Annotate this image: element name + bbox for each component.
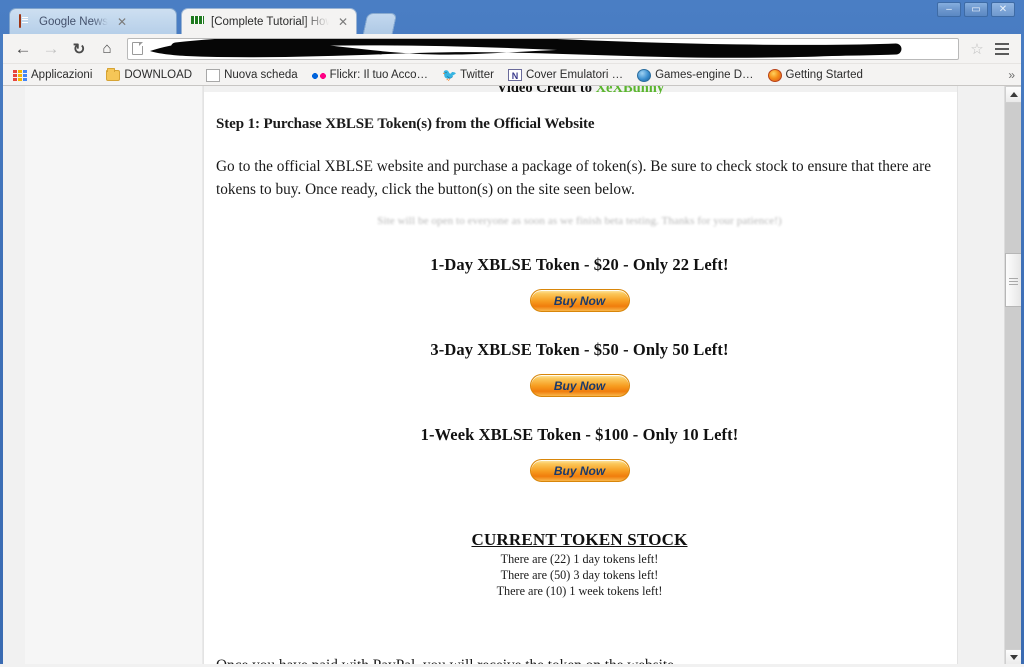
- bookmark-download[interactable]: DOWNLOAD: [100, 67, 198, 82]
- bookmark-star-icon[interactable]: ☆: [967, 39, 987, 59]
- maximize-button[interactable]: ▭: [964, 2, 988, 17]
- browser-toolbar: ← → ↻ ⌂ ☆: [3, 34, 1021, 64]
- scroll-up-button[interactable]: [1005, 86, 1021, 103]
- offer-title: 1-Day XBLSE Token - $20 - Only 22 Left!: [430, 255, 729, 274]
- tab-title: Google News: [39, 15, 109, 28]
- bookmarks-bar: Applicazioni DOWNLOAD Nuova scheda Flick…: [3, 64, 1021, 86]
- offer-title: 3-Day XBLSE Token - $50 - Only 50 Left!: [430, 340, 729, 359]
- maximize-icon: ▭: [971, 3, 981, 15]
- menu-icon[interactable]: [991, 38, 1013, 60]
- green-barcode-icon: [191, 15, 205, 29]
- address-bar[interactable]: [127, 37, 959, 60]
- bookmark-flickr[interactable]: Flickr: Il tuo Acco…: [306, 68, 434, 82]
- tab-title: [Complete Tutorial] How t: [211, 15, 329, 28]
- scrollbar-track[interactable]: [1005, 103, 1021, 649]
- chevron-up-icon: [1009, 92, 1018, 97]
- bookmark-cover-emulatori[interactable]: N Cover Emulatori …: [502, 67, 629, 82]
- current-token-stock: CURRENT TOKEN STOCK There are (22) 1 day…: [216, 530, 943, 599]
- home-button[interactable]: ⌂: [95, 37, 119, 61]
- tab-close-icon[interactable]: ✕: [114, 16, 127, 28]
- offer-title: 1-Week XBLSE Token - $100 - Only 10 Left…: [420, 425, 739, 444]
- bookmark-label: Applicazioni: [31, 68, 93, 81]
- intro-paragraph: Go to the official XBLSE website and pur…: [216, 158, 932, 198]
- chevron-down-icon: [1009, 655, 1018, 660]
- video-credit-prefix: Video Credit to: [496, 86, 596, 94]
- reload-button[interactable]: ↻: [67, 37, 91, 61]
- bookmark-label: Flickr: Il tuo Acco…: [329, 68, 429, 81]
- news-icon: [19, 13, 33, 29]
- window-controls: – ▭ ✕: [937, 2, 1015, 17]
- stock-line: There are (10) 1 week tokens left!: [496, 584, 663, 599]
- scrollbar-thumb[interactable]: [1005, 253, 1021, 307]
- bookmark-label: Cover Emulatori …: [525, 68, 624, 81]
- page-scrollbar[interactable]: [1004, 86, 1021, 666]
- bookmark-getting-started[interactable]: Getting Started: [762, 67, 869, 83]
- apps-grid-icon: [13, 69, 27, 81]
- stock-heading: CURRENT TOKEN STOCK: [471, 530, 688, 549]
- cover-icon: N: [507, 69, 522, 81]
- bookmark-label: Nuova scheda: [224, 68, 298, 81]
- tab-strip: Google News ✕ [Complete Tutorial] How t …: [3, 0, 1021, 34]
- bookmark-label: Twitter: [460, 68, 494, 81]
- page-left-rail: [25, 86, 203, 666]
- embedded-site-notice: Site will be open to everyone as soon as…: [377, 215, 782, 227]
- folder-icon: [106, 68, 121, 81]
- minimize-icon: –: [946, 3, 952, 15]
- offer-1-week: 1-Week XBLSE Token - $100 - Only 10 Left…: [216, 425, 943, 482]
- new-tab-button[interactable]: [362, 13, 398, 34]
- bookmark-twitter[interactable]: 🐦 Twitter: [436, 67, 500, 83]
- bookmark-nuova-scheda[interactable]: Nuova scheda: [200, 67, 304, 83]
- close-icon: ✕: [998, 3, 1008, 15]
- back-button[interactable]: ←: [11, 37, 35, 61]
- tab-google-news[interactable]: Google News ✕: [9, 8, 177, 34]
- xexbunny-link[interactable]: XeXBunny: [596, 86, 665, 94]
- url-redaction-scribble: [150, 38, 902, 58]
- twitter-bird-icon: 🐦: [442, 67, 458, 82]
- tab-close-icon[interactable]: ✕: [335, 16, 348, 28]
- page-viewport: Video Credit to XeXBunny Step 1: Purchas…: [3, 86, 1021, 666]
- web-page: Video Credit to XeXBunny Step 1: Purchas…: [3, 86, 1004, 666]
- page-info-icon[interactable]: [132, 42, 143, 55]
- offer-1-day: 1-Day XBLSE Token - $20 - Only 22 Left! …: [216, 255, 943, 312]
- bookmark-label: Games-engine D…: [655, 68, 754, 81]
- buy-now-button-3-day[interactable]: Buy Now: [529, 374, 630, 397]
- minimize-button[interactable]: –: [937, 2, 961, 17]
- buy-now-button-1-week[interactable]: Buy Now: [529, 459, 630, 482]
- scrollbar-grip-icon: [1006, 276, 1021, 285]
- firefox-icon: [767, 68, 782, 82]
- offer-3-day: 3-Day XBLSE Token - $50 - Only 50 Left! …: [216, 340, 943, 397]
- flickr-dots-icon: [311, 73, 326, 80]
- stock-line: There are (50) 3 day tokens left!: [500, 568, 659, 583]
- close-button[interactable]: ✕: [991, 2, 1015, 17]
- browser-window: Google News ✕ [Complete Tutorial] How t …: [0, 0, 1024, 667]
- forward-button[interactable]: →: [39, 37, 63, 61]
- bookmark-applicazioni[interactable]: Applicazioni: [7, 67, 98, 82]
- bookmark-label: DOWNLOAD: [124, 68, 193, 81]
- bookmark-label: Getting Started: [785, 68, 863, 81]
- stock-line: There are (22) 1 day tokens left!: [500, 552, 659, 566]
- step-heading: Step 1: Purchase XBLSE Token(s) from the…: [216, 116, 595, 132]
- buy-now-button-1-day[interactable]: Buy Now: [529, 289, 630, 312]
- bookmarks-overflow-icon[interactable]: »: [1008, 68, 1015, 82]
- globe-icon: [637, 68, 652, 82]
- bookmark-games-engine[interactable]: Games-engine D…: [631, 67, 759, 83]
- video-credit-line: Video Credit to XeXBunny: [204, 86, 957, 94]
- page-icon: [206, 68, 221, 82]
- tab-complete-tutorial[interactable]: [Complete Tutorial] How t ✕: [181, 8, 357, 34]
- article-content-column: Video Credit to XeXBunny Step 1: Purchas…: [203, 86, 958, 666]
